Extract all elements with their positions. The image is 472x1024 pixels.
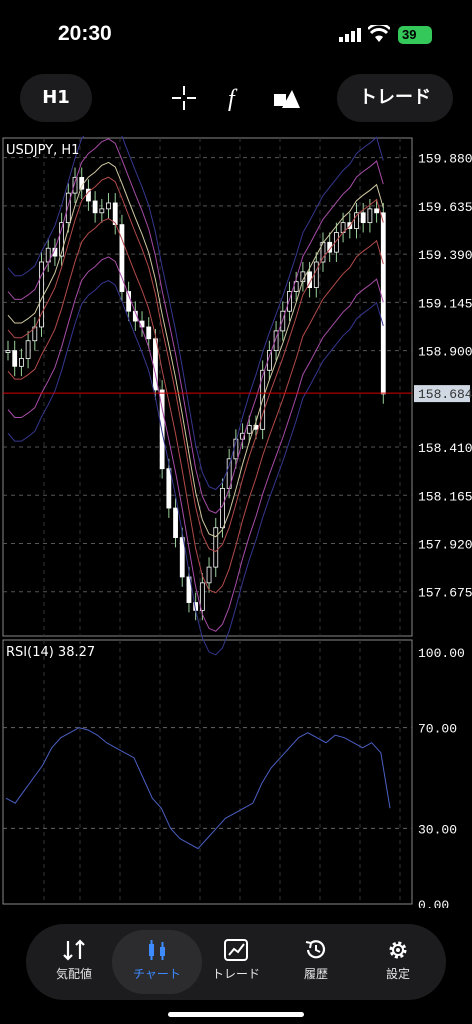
candle — [374, 208, 379, 214]
candle — [360, 212, 366, 224]
wifi-icon — [368, 25, 390, 42]
candle — [246, 424, 252, 434]
candle — [199, 582, 205, 611]
objects-icon[interactable] — [272, 84, 302, 112]
candle — [313, 261, 319, 288]
price-chart[interactable]: 159.880 159.635 159.390 159.145 158.900 158.4… — [0, 114, 472, 924]
price-tick-label: 157.920 — [418, 537, 472, 552]
status-time: 20:30 — [58, 22, 112, 45]
candle — [112, 202, 118, 226]
quotes-icon — [63, 939, 85, 961]
candle — [19, 358, 24, 367]
crosshair-icon[interactable] — [170, 84, 198, 112]
price-tick-label: 159.390 — [418, 248, 472, 263]
svg-text:f: f — [228, 86, 238, 112]
candlestick-icon — [149, 940, 165, 960]
signal-icon — [339, 28, 361, 42]
candle — [179, 537, 185, 578]
indicator-line — [7, 217, 384, 594]
price-tick-label: 159.635 — [418, 200, 472, 215]
candle — [166, 468, 172, 509]
candle — [173, 507, 178, 538]
tab-bar: 気配値 チャート トレード 履歴 設定 — [26, 924, 446, 1000]
candle — [106, 202, 111, 210]
tab-quotes[interactable]: 気配値 — [34, 930, 114, 994]
price-tick-label: 158.165 — [418, 489, 472, 504]
candle — [92, 200, 98, 214]
candle — [25, 340, 31, 359]
history-icon — [305, 940, 326, 959]
candle — [65, 192, 71, 224]
candle — [99, 208, 105, 214]
price-tick-label: 157.675 — [418, 586, 472, 601]
trade-button[interactable]: トレード — [337, 74, 453, 122]
candle — [5, 350, 11, 353]
indicator-line — [7, 114, 384, 491]
function-icon[interactable]: f — [222, 84, 250, 112]
candle — [213, 527, 219, 568]
tab-history[interactable]: 履歴 — [276, 930, 356, 994]
rsi-tick-label: 70.00 — [418, 722, 457, 737]
timeframe-button[interactable]: H1 — [20, 74, 92, 122]
price-tick-label: 158.900 — [418, 345, 472, 360]
rsi-tick-label: 0.00 — [418, 898, 449, 908]
tab-chart[interactable]: チャート — [112, 930, 202, 994]
battery-indicator: 39 — [398, 26, 432, 44]
rsi-tick-label: 30.00 — [418, 822, 457, 837]
home-indicator — [168, 1012, 304, 1017]
current-price-label: 158.684 — [418, 387, 472, 402]
candle — [146, 326, 152, 340]
candle — [367, 208, 373, 224]
trade-chart-icon — [224, 939, 248, 961]
gear-icon — [389, 941, 407, 959]
candle — [12, 350, 18, 367]
price-tick-label: 159.145 — [418, 296, 472, 311]
price-pane-frame — [2, 137, 413, 637]
price-tick-label: 158.410 — [418, 441, 472, 456]
candle — [206, 566, 212, 584]
rsi-label: RSI(14) 38.27 — [6, 645, 95, 660]
rsi-pane-frame — [2, 639, 413, 905]
tab-trade[interactable]: トレード — [196, 930, 276, 994]
status-bar: 20:30 39 — [0, 0, 472, 70]
chart-toolbar: H1 f トレード — [0, 70, 472, 128]
chart-area[interactable]: 159.880 159.635 159.390 159.145 158.900 158.4… — [0, 114, 472, 924]
symbol-label: USDJPY, H1 — [6, 143, 79, 158]
tab-settings[interactable]: 設定 — [358, 930, 438, 994]
candle — [380, 212, 386, 395]
rsi-tick-label: 100.00 — [418, 646, 465, 661]
price-tick-label: 159.880 — [418, 152, 472, 167]
rsi-line — [5, 727, 391, 850]
